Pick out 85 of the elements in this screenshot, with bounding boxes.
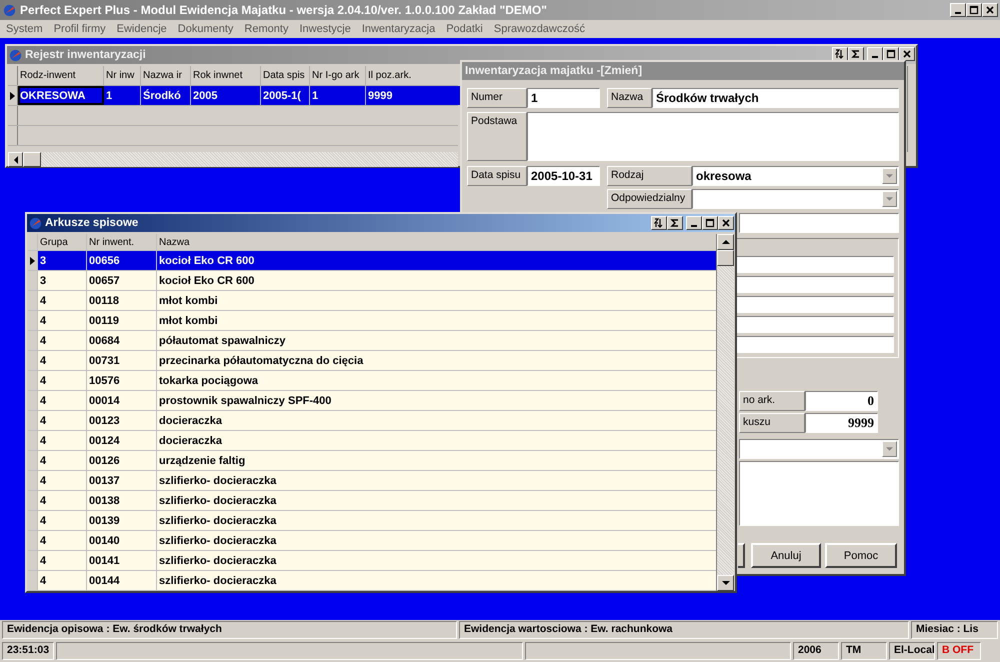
status-pane: 23:51:03 xyxy=(2,642,54,660)
table-cell: kocioł Eko CR 600 xyxy=(157,251,716,270)
table-cell: 4 xyxy=(38,411,87,430)
table-cell: 00123 xyxy=(87,411,157,430)
table-cell: 4 xyxy=(38,431,87,450)
status-pane: TM xyxy=(841,642,887,660)
column-header[interactable]: Rodz-inwent xyxy=(18,66,104,85)
table-cell: 00144 xyxy=(87,571,157,590)
status-pane: Miesiac : Lis xyxy=(911,621,998,639)
column-header[interactable]: Nr I-go ark xyxy=(310,66,366,85)
table-cell: 00118 xyxy=(87,291,157,310)
menu-item[interactable]: Inwestycje xyxy=(299,23,351,35)
menu-item[interactable]: System xyxy=(6,23,43,35)
menu-item[interactable]: Profil firmy xyxy=(54,23,106,35)
table-cell: 00139 xyxy=(87,511,157,530)
table-cell: 00731 xyxy=(87,351,157,370)
table-cell: 00657 xyxy=(87,271,157,290)
dialog-button[interactable]: Anuluj xyxy=(751,543,821,568)
table-cell: Środkó xyxy=(141,86,191,105)
status-pane: Ewidencja wartosciowa : Ew. rachunkowa xyxy=(459,621,909,639)
table-cell: 4 xyxy=(38,451,87,470)
table-cell: 00656 xyxy=(87,251,157,270)
table-cell: 3 xyxy=(38,271,87,290)
table-cell: 4 xyxy=(38,371,87,390)
table-cell: 00014 xyxy=(87,391,157,410)
window-title: Perfect Expert Plus - Modul Ewidencja Majatku - wersja 2.04.10/ver. 1.0.0.100 Zakład "DEMO" xyxy=(20,3,547,17)
table-cell: OKRESOWA xyxy=(18,86,104,105)
menu-item[interactable]: Podatki xyxy=(446,23,483,35)
table-cell: 10576 xyxy=(87,371,157,390)
input-field[interactable]: 0 xyxy=(805,391,878,411)
table-cell: 00141 xyxy=(87,551,157,570)
table-cell: 2005 xyxy=(191,86,261,105)
column-header[interactable]: Grupa xyxy=(38,234,87,250)
dialog-button[interactable]: Pomoc xyxy=(825,543,897,568)
dropdown[interactable]: okresowa xyxy=(692,166,899,186)
table-cell: 4 xyxy=(38,311,87,330)
menu-item[interactable]: Sprawozdawczość xyxy=(494,23,585,35)
table-cell: 2005-1( xyxy=(261,86,310,105)
input-field[interactable]: 9999 xyxy=(805,413,878,433)
field-label: Numer xyxy=(467,88,527,108)
table-cell: 4 xyxy=(38,471,87,490)
table-cell: 4 xyxy=(38,331,87,350)
table-cell: 00119 xyxy=(87,311,157,330)
table-cell: 4 xyxy=(38,491,87,510)
field-label: Podstawa xyxy=(467,112,527,161)
status-pane: 2006 xyxy=(793,642,839,660)
table-cell: 00124 xyxy=(87,431,157,450)
table-cell: 00140 xyxy=(87,531,157,550)
table-cell: 4 xyxy=(38,551,87,570)
column-header[interactable]: Rok inwnet xyxy=(191,66,261,85)
table-cell: 00684 xyxy=(87,331,157,350)
status-pane: El-Local xyxy=(889,642,935,660)
table-cell: 1 xyxy=(310,86,366,105)
field-label: Rodzaj xyxy=(607,166,692,186)
field-label: no ark. xyxy=(739,391,805,411)
table-cell: 00137 xyxy=(87,471,157,490)
menu-item[interactable]: Inwentaryzacja xyxy=(362,23,436,35)
window-title: Rejestr inwentaryzacji xyxy=(25,49,146,61)
window-title: Arkusze spisowe xyxy=(45,217,138,229)
field-label: Odpowiedzialny xyxy=(607,189,692,209)
column-header[interactable]: Nazwa ir xyxy=(141,66,191,85)
table-cell: 4 xyxy=(38,531,87,550)
column-header[interactable]: Nr inw xyxy=(104,66,141,85)
table-cell: 3 xyxy=(38,251,87,270)
status-pane: Ewidencja opisowa : Ew. środków trwałych xyxy=(2,621,457,639)
status-pane: B OFF xyxy=(937,642,981,660)
table-cell: 1 xyxy=(104,86,141,105)
field-label: Nazwa xyxy=(607,88,652,108)
menu-item[interactable]: Remonty xyxy=(244,23,288,35)
table-cell: 00126 xyxy=(87,451,157,470)
input-field[interactable]: Środków trwałych xyxy=(652,88,899,108)
field-label: kuszu xyxy=(739,413,805,433)
column-header[interactable]: Nr inwent. xyxy=(87,234,157,250)
table-cell: 4 xyxy=(38,351,87,370)
table-cell: 4 xyxy=(38,571,87,590)
table-cell: 4 xyxy=(38,291,87,310)
menu-item[interactable]: Ewidencje xyxy=(116,23,167,35)
table-cell: 00138 xyxy=(87,491,157,510)
menu-item[interactable]: Dokumenty xyxy=(178,23,234,35)
input-field[interactable]: 1 xyxy=(527,88,600,108)
input-field[interactable]: 2005-10-31 xyxy=(527,166,600,186)
column-header[interactable]: Data spis xyxy=(261,66,310,85)
table-cell: 4 xyxy=(38,511,87,530)
field-label: Data spisu xyxy=(467,166,527,186)
table-cell: 4 xyxy=(38,391,87,410)
